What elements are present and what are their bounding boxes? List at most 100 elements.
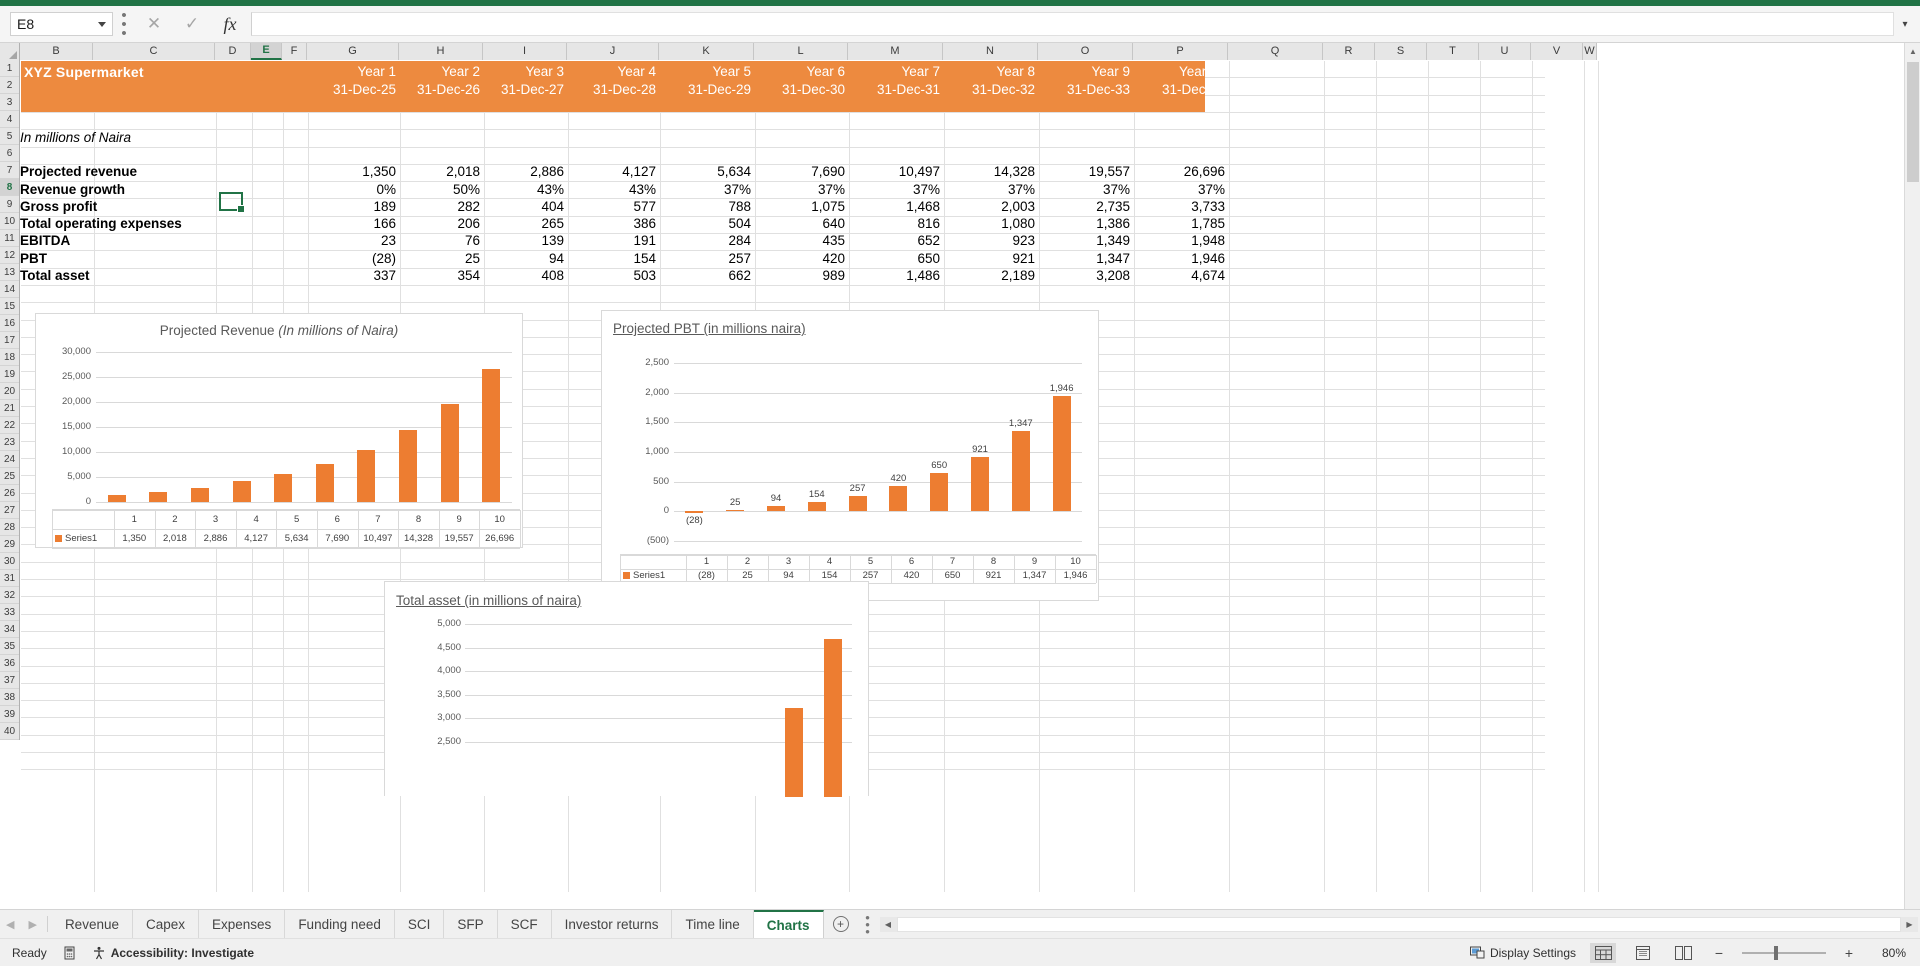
- row-header-16[interactable]: 16: [0, 315, 19, 332]
- bar[interactable]: [232, 481, 251, 502]
- data-cell[interactable]: 191: [568, 233, 656, 248]
- data-cell[interactable]: 640: [755, 216, 845, 231]
- add-sheet-button[interactable]: +: [824, 910, 858, 939]
- data-cell[interactable]: 26,696: [1134, 164, 1225, 179]
- accessibility-button[interactable]: Accessibility: Investigate: [92, 946, 254, 960]
- data-cell[interactable]: 420: [755, 251, 845, 266]
- bar[interactable]: [823, 639, 842, 797]
- row-header-17[interactable]: 17: [0, 332, 19, 349]
- data-cell[interactable]: 788: [660, 199, 751, 214]
- sheet-tab-expenses[interactable]: Expenses: [199, 909, 286, 939]
- data-cell[interactable]: 1,075: [755, 199, 845, 214]
- vertical-scrollbar[interactable]: ▲: [1904, 43, 1920, 910]
- sheet-tab-funding-need[interactable]: Funding need: [285, 909, 395, 939]
- data-cell[interactable]: 1,349: [1039, 233, 1130, 248]
- data-cell[interactable]: 1,347: [1039, 251, 1130, 266]
- row-header-24[interactable]: 24: [0, 451, 19, 468]
- select-all-corner[interactable]: [0, 43, 20, 60]
- row-header-39[interactable]: 39: [0, 706, 19, 723]
- row-header-8[interactable]: 8: [0, 179, 19, 196]
- column-header-E[interactable]: E: [251, 43, 282, 60]
- zoom-slider-knob[interactable]: [1774, 945, 1778, 960]
- row-header-33[interactable]: 33: [0, 604, 19, 621]
- row-header-12[interactable]: 12: [0, 247, 19, 264]
- data-cell[interactable]: 206: [400, 216, 480, 231]
- spreadsheet-grid[interactable]: BCDEFGHIJKLMNOPQRSTUVW 1 2 3 4 5 6 7 8 9 10 11 12 13…: [0, 43, 1920, 910]
- row-header-22[interactable]: 22: [0, 417, 19, 434]
- column-header-W[interactable]: W: [1583, 43, 1597, 60]
- insert-function-icon[interactable]: fx: [211, 11, 249, 37]
- column-header-V[interactable]: V: [1531, 43, 1583, 60]
- data-cell[interactable]: 7,690: [755, 164, 845, 179]
- row-header-28[interactable]: 28: [0, 519, 19, 536]
- data-cell[interactable]: 354: [400, 268, 480, 283]
- bar[interactable]: [191, 487, 209, 502]
- row-header-30[interactable]: 30: [0, 553, 19, 570]
- data-cell[interactable]: 76: [400, 233, 480, 248]
- data-cell[interactable]: 1,948: [1134, 233, 1225, 248]
- vertical-scroll-thumb[interactable]: [1907, 62, 1919, 182]
- column-header-O[interactable]: O: [1038, 43, 1133, 60]
- row-header-32[interactable]: 32: [0, 587, 19, 604]
- column-header-D[interactable]: D: [215, 43, 251, 60]
- row-header-1[interactable]: 1: [0, 60, 19, 77]
- data-cell[interactable]: 1,486: [849, 268, 940, 283]
- bar[interactable]: [726, 509, 745, 512]
- bar[interactable]: [315, 463, 334, 502]
- data-cell[interactable]: 337: [308, 268, 396, 283]
- data-cell[interactable]: 3,733: [1134, 199, 1225, 214]
- data-cell[interactable]: 1,946: [1134, 251, 1225, 266]
- row-header-4[interactable]: 4: [0, 111, 19, 128]
- row-header-23[interactable]: 23: [0, 434, 19, 451]
- data-cell[interactable]: 139: [484, 233, 564, 248]
- horizontal-scroll-track[interactable]: [896, 916, 1901, 932]
- column-header-Q[interactable]: Q: [1228, 43, 1323, 60]
- data-cell[interactable]: 37%: [1134, 182, 1225, 197]
- data-cell[interactable]: 1,785: [1134, 216, 1225, 231]
- row-header-14[interactable]: 14: [0, 281, 19, 298]
- data-cell[interactable]: 265: [484, 216, 564, 231]
- row-header-37[interactable]: 37: [0, 672, 19, 689]
- data-cell[interactable]: 37%: [660, 182, 751, 197]
- row-header-21[interactable]: 21: [0, 400, 19, 417]
- row-header-2[interactable]: 2: [0, 77, 19, 94]
- bar[interactable]: [399, 430, 417, 502]
- data-cell[interactable]: 94: [484, 251, 564, 266]
- cancel-icon[interactable]: ✕: [135, 11, 173, 37]
- bar[interactable]: [357, 449, 376, 502]
- row-header-20[interactable]: 20: [0, 383, 19, 400]
- data-cell[interactable]: 923: [944, 233, 1035, 248]
- sheet-tab-investor-returns[interactable]: Investor returns: [552, 909, 673, 939]
- data-cell[interactable]: 652: [849, 233, 940, 248]
- data-cell[interactable]: 1,350: [308, 164, 396, 179]
- column-header-B[interactable]: B: [20, 43, 93, 60]
- row-header-18[interactable]: 18: [0, 349, 19, 366]
- chevron-down-icon[interactable]: [98, 21, 106, 27]
- row-header-31[interactable]: 31: [0, 570, 19, 587]
- data-cell[interactable]: 3,208: [1039, 268, 1130, 283]
- data-cell[interactable]: 408: [484, 268, 564, 283]
- column-header-I[interactable]: I: [483, 43, 567, 60]
- bar[interactable]: [848, 496, 867, 512]
- row-header-13[interactable]: 13: [0, 264, 19, 281]
- data-cell[interactable]: 503: [568, 268, 656, 283]
- data-cell[interactable]: (28): [308, 251, 396, 266]
- column-header-S[interactable]: S: [1375, 43, 1427, 60]
- column-header-U[interactable]: U: [1479, 43, 1531, 60]
- column-header-K[interactable]: K: [659, 43, 754, 60]
- formula-bar-options-icon[interactable]: • • •: [113, 8, 135, 41]
- bar[interactable]: [784, 708, 803, 797]
- chart-total-asset[interactable]: Total asset (in millions of naira) 5,000…: [384, 581, 869, 797]
- data-cell[interactable]: 4,127: [568, 164, 656, 179]
- row-header-27[interactable]: 27: [0, 502, 19, 519]
- data-cell[interactable]: 650: [849, 251, 940, 266]
- column-header-N[interactable]: N: [943, 43, 1038, 60]
- bar[interactable]: [807, 502, 826, 512]
- scroll-right-icon[interactable]: ▶: [1901, 916, 1918, 932]
- bar[interactable]: [149, 491, 168, 502]
- zoom-percentage[interactable]: 80%: [1872, 946, 1906, 960]
- data-cell[interactable]: 257: [660, 251, 751, 266]
- display-settings-button[interactable]: Display Settings: [1469, 946, 1576, 960]
- bar[interactable]: [482, 368, 501, 502]
- data-cell[interactable]: 284: [660, 233, 751, 248]
